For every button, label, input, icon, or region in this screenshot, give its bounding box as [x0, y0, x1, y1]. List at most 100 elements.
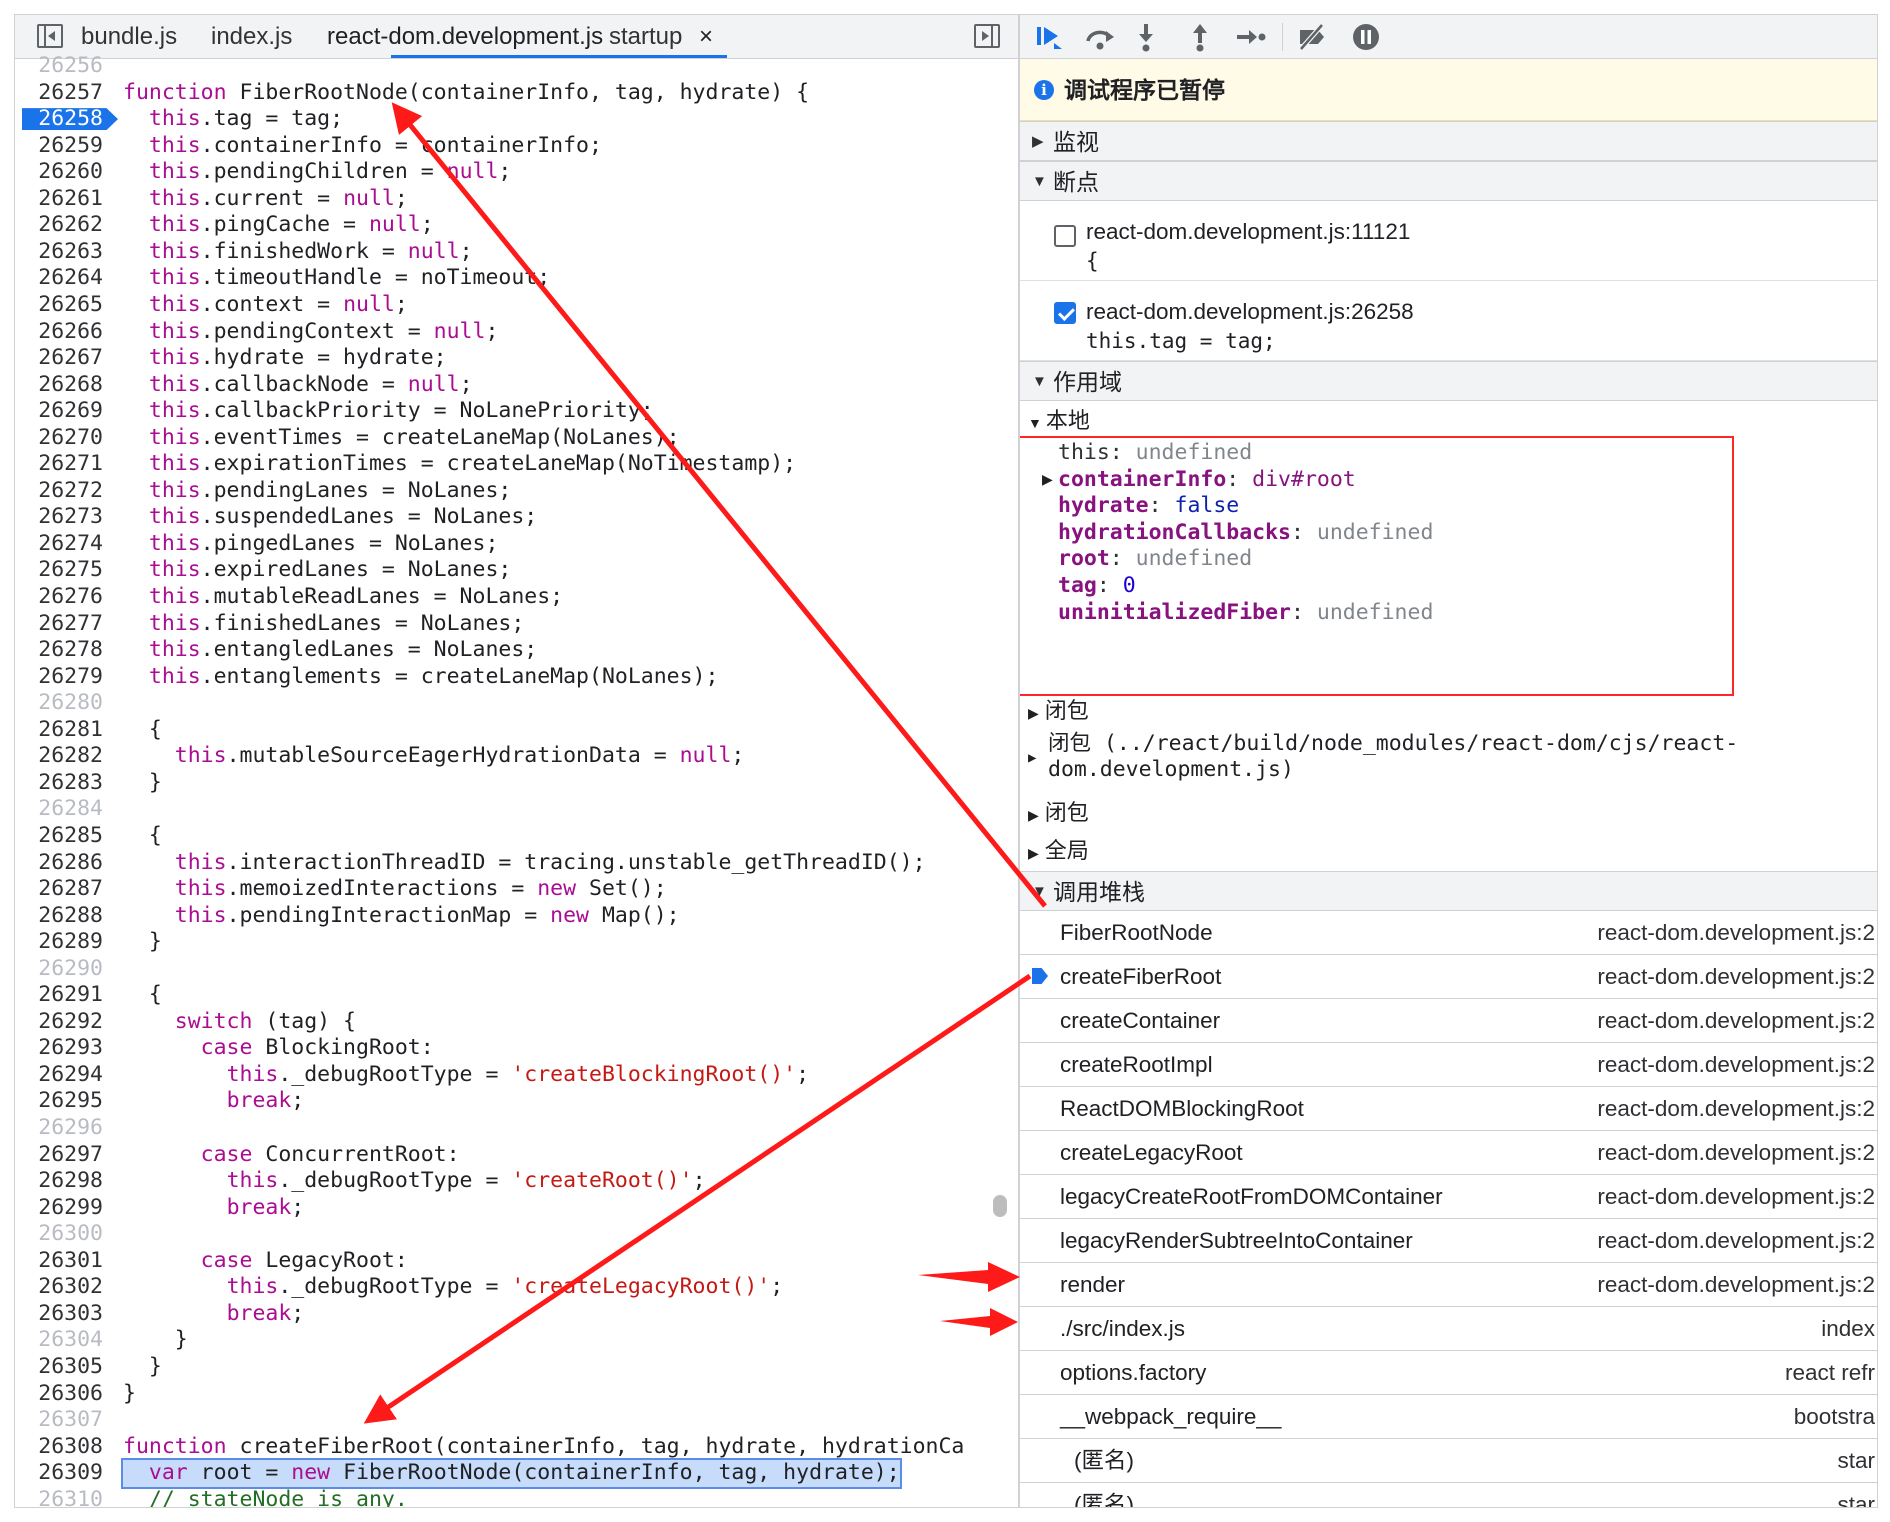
resume-icon[interactable] — [1032, 21, 1064, 53]
call-frame[interactable]: createFiberRoot react-dom.development.js:… — [1020, 955, 1877, 999]
call-frame-location[interactable]: star — [1837, 1483, 1875, 1507]
breakpoint-checkbox[interactable] — [1054, 225, 1076, 247]
code-line[interactable]: 26262 this.pingCache = null; — [15, 212, 1018, 239]
tab-close-icon[interactable]: × — [699, 15, 713, 58]
scope-global-header[interactable]: ▶ 全局 — [1028, 833, 1089, 865]
breakpoint-location[interactable]: react-dom.development.js:11121 — [1086, 219, 1410, 245]
breakpoint-checkbox-checked[interactable] — [1054, 302, 1076, 324]
call-frame[interactable]: ReactDOMBlockingRoot react-dom.developmen… — [1020, 1087, 1877, 1131]
line-number[interactable]: 26289 — [15, 929, 103, 956]
code-line-breakpoint[interactable]: 26258 this.tag = tag; — [15, 106, 1018, 133]
line-number[interactable]: 26275 — [15, 557, 103, 584]
code-line[interactable]: 26281 { — [15, 717, 1018, 744]
line-number[interactable]: 26305 — [15, 1354, 103, 1381]
code-line[interactable]: 26307 — [15, 1407, 1018, 1434]
code-line[interactable]: 26298 this._debugRootType = 'createRoot(… — [15, 1168, 1018, 1195]
code-line[interactable]: 26278 this.entangledLanes = NoLanes; — [15, 637, 1018, 664]
line-number[interactable]: 26294 — [15, 1062, 103, 1089]
code-line[interactable]: 26299 break; — [15, 1195, 1018, 1222]
line-number[interactable]: 26292 — [15, 1009, 103, 1036]
code-line[interactable]: 26271 this.expirationTimes = createLaneM… — [15, 451, 1018, 478]
code-line[interactable]: 26268 this.callbackNode = null; — [15, 372, 1018, 399]
code-line[interactable]: 26283 } — [15, 770, 1018, 797]
code-line[interactable]: 26282 this.mutableSourceEagerHydrationDa… — [15, 743, 1018, 770]
line-number[interactable]: 26273 — [15, 504, 103, 531]
line-number[interactable]: 26291 — [15, 982, 103, 1009]
line-number[interactable]: 26267 — [15, 345, 103, 372]
code-line[interactable]: 26310 // stateNode is any. — [15, 1487, 1018, 1507]
scope-local-header[interactable]: ▼ 本地 — [1028, 403, 1090, 435]
code-line[interactable]: 26265 this.context = null; — [15, 292, 1018, 319]
code-line[interactable]: 26264 this.timeoutHandle = noTimeout; — [15, 265, 1018, 292]
call-frame-location[interactable]: star — [1837, 1439, 1875, 1483]
code-line[interactable]: 26288 this.pendingInteractionMap = new M… — [15, 903, 1018, 930]
line-number[interactable]: 26301 — [15, 1248, 103, 1275]
tab-index-js[interactable]: index.js — [211, 15, 292, 58]
line-number[interactable]: 26303 — [15, 1301, 103, 1328]
code-line[interactable]: 26277 this.finishedLanes = NoLanes; — [15, 611, 1018, 638]
line-number[interactable]: 26308 — [15, 1434, 103, 1461]
code-line[interactable]: 26259 this.containerInfo = containerInfo… — [15, 133, 1018, 160]
line-number[interactable]: 26262 — [15, 212, 103, 239]
call-frame-location[interactable]: react-dom.development.js:2 — [1597, 1087, 1875, 1131]
tab-react-dom-development-js[interactable]: react-dom.development.js — [327, 15, 603, 58]
call-stack-section-header[interactable]: ▼ 调用堆栈 — [1020, 871, 1877, 911]
code-line[interactable]: 26275 this.expiredLanes = NoLanes; — [15, 557, 1018, 584]
line-number[interactable]: 26296 — [15, 1115, 103, 1142]
code-line[interactable]: 26296 — [15, 1115, 1018, 1142]
breakpoint-item[interactable]: react-dom.development.js:26258 this.tag … — [1020, 281, 1877, 361]
call-frame[interactable]: options.factory react refr — [1020, 1351, 1877, 1395]
call-frame-location[interactable]: react-dom.development.js:2 — [1597, 1263, 1875, 1307]
line-number[interactable]: 26297 — [15, 1142, 103, 1169]
step-icon[interactable] — [1234, 21, 1266, 53]
code-line[interactable]: 26304 } — [15, 1327, 1018, 1354]
code-line[interactable]: 26301 case LegacyRoot: — [15, 1248, 1018, 1275]
code-line[interactable]: 26297 case ConcurrentRoot: — [15, 1142, 1018, 1169]
call-frame[interactable]: render react-dom.development.js:2 — [1020, 1263, 1877, 1307]
line-number[interactable]: 26257 — [15, 80, 103, 107]
pause-on-exceptions-icon[interactable] — [1350, 21, 1382, 53]
step-into-icon[interactable] — [1130, 21, 1162, 53]
call-frame[interactable]: __webpack_require__ bootstra — [1020, 1395, 1877, 1439]
call-frame-location[interactable]: react refr — [1785, 1351, 1875, 1395]
scope-closure-header[interactable]: ▶ 闭包 — [1028, 795, 1089, 827]
line-number[interactable]: 26277 — [15, 611, 103, 638]
line-number[interactable]: 26295 — [15, 1088, 103, 1115]
call-frame[interactable]: legacyCreateRootFromDOMContainer react-do… — [1020, 1175, 1877, 1219]
call-frame-location[interactable]: react-dom.development.js:2 — [1597, 911, 1875, 955]
line-number[interactable]: 26304 — [15, 1327, 103, 1354]
code-line[interactable]: 26267 this.hydrate = hydrate; — [15, 345, 1018, 372]
breakpoints-section-header[interactable]: ▼ 断点 — [1020, 161, 1877, 201]
code-scrollbar-thumb[interactable] — [993, 1195, 1007, 1217]
navigator-toggle-icon[interactable] — [37, 24, 63, 48]
step-over-icon[interactable] — [1084, 21, 1116, 53]
scope-closure-header[interactable]: ▶ 闭包 — [1028, 693, 1089, 725]
line-number[interactable]: 26272 — [15, 478, 103, 505]
line-number[interactable]: 26261 — [15, 186, 103, 213]
line-number[interactable]: 26258 — [15, 106, 103, 133]
code-line[interactable]: 26294 this._debugRootType = 'createBlock… — [15, 1062, 1018, 1089]
code-line[interactable]: 26261 this.current = null; — [15, 186, 1018, 213]
line-number[interactable]: 26284 — [15, 796, 103, 823]
line-number[interactable]: 26299 — [15, 1195, 103, 1222]
line-number[interactable]: 26298 — [15, 1168, 103, 1195]
code-line[interactable]: 26295 break; — [15, 1088, 1018, 1115]
line-number[interactable]: 26271 — [15, 451, 103, 478]
line-number[interactable]: 26285 — [15, 823, 103, 850]
code-line[interactable]: 26292 switch (tag) { — [15, 1009, 1018, 1036]
code-line[interactable]: 26274 this.pingedLanes = NoLanes; — [15, 531, 1018, 558]
line-number[interactable]: 26265 — [15, 292, 103, 319]
code-line-execution[interactable]: 26309 var root = new FiberRootNode(conta… — [15, 1458, 1018, 1489]
code-line[interactable]: 26306} — [15, 1381, 1018, 1408]
code-line[interactable]: 26263 this.finishedWork = null; — [15, 239, 1018, 266]
call-frame[interactable]: FiberRootNode react-dom.development.js:2 — [1020, 911, 1877, 955]
line-number[interactable]: 26309 — [15, 1460, 103, 1487]
call-frame-location[interactable]: react-dom.development.js:2 — [1597, 999, 1875, 1043]
scope-section-header[interactable]: ▼ 作用域 — [1020, 361, 1877, 401]
line-number[interactable]: 26256 — [15, 53, 103, 80]
line-number[interactable]: 26307 — [15, 1407, 103, 1434]
line-number[interactable]: 26269 — [15, 398, 103, 425]
line-number[interactable]: 26287 — [15, 876, 103, 903]
code-line[interactable]: 26287 this.memoizedInteractions = new Se… — [15, 876, 1018, 903]
code-line[interactable]: 26256 — [15, 53, 1018, 80]
